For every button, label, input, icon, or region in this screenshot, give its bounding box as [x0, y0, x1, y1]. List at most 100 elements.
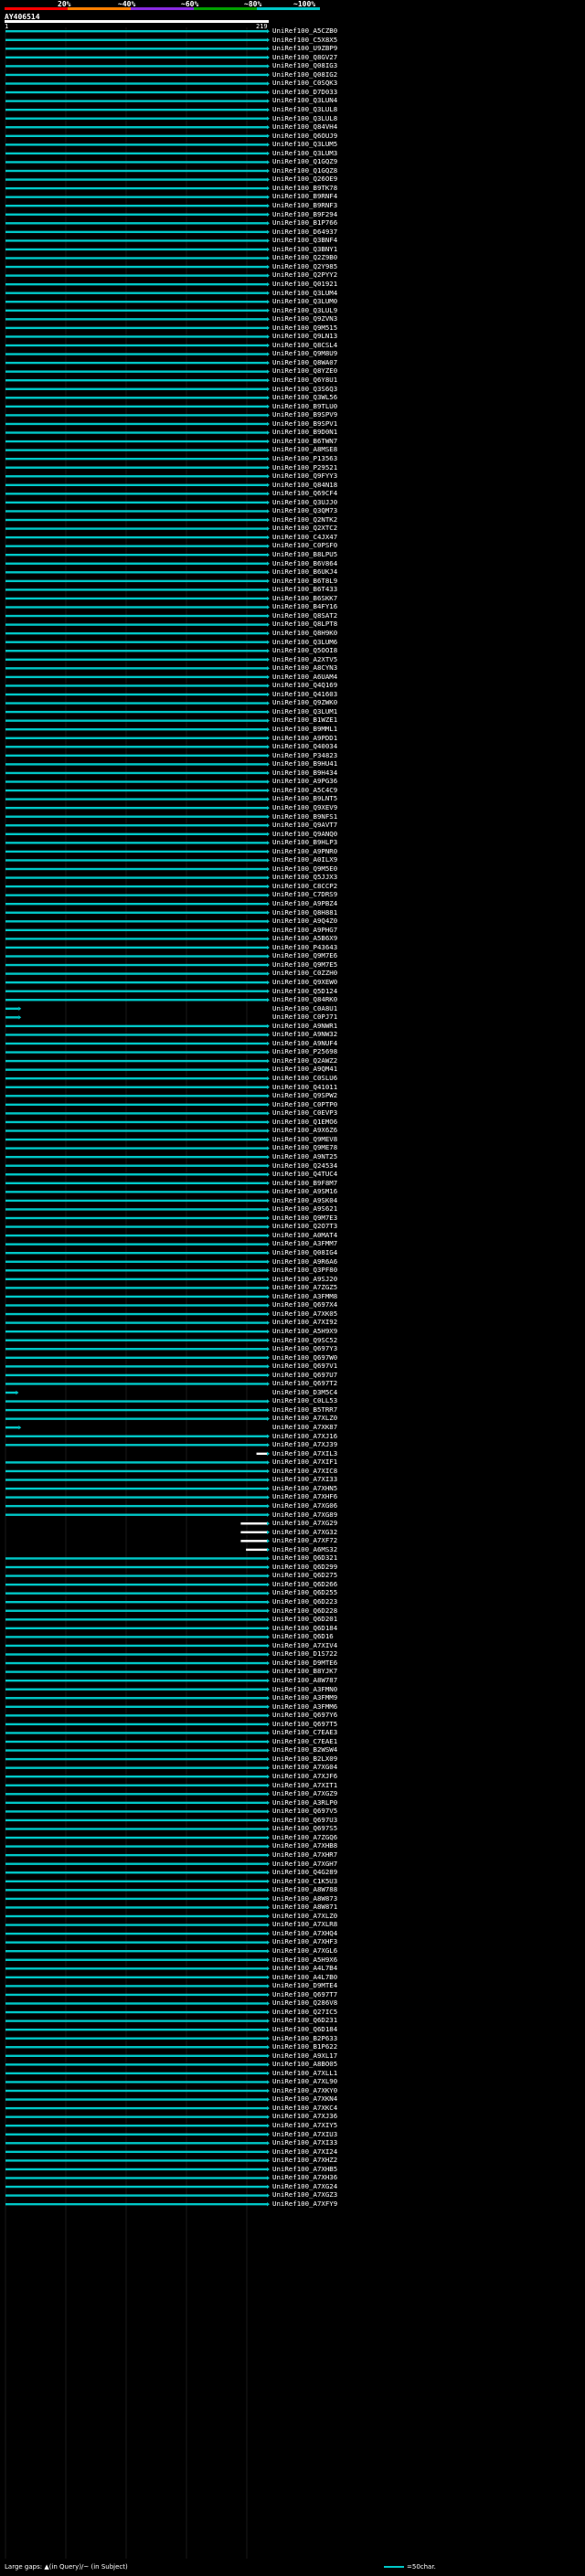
hit-label[interactable]: UniRef100_Q3BNF4	[272, 236, 337, 244]
hit-label[interactable]: UniRef100_C0PTP0	[272, 1100, 337, 1108]
hit-label[interactable]: UniRef100_Q6D223	[272, 1597, 337, 1606]
hit-label[interactable]: UniRef100_Q6Y8U1	[272, 376, 337, 384]
hit-label[interactable]: UniRef100_Q2XTC2	[272, 525, 337, 532]
hit-label[interactable]: UniRef100_A7XJ39	[272, 1440, 337, 1448]
hit-label[interactable]: UniRef100_D9MTE6	[272, 1659, 337, 1667]
hit-label[interactable]: UniRef100_Q3WL56	[272, 393, 337, 401]
hit-label[interactable]: UniRef100_Q40034	[272, 742, 337, 750]
hit-label[interactable]: UniRef100_C1K5U3	[272, 1877, 337, 1885]
hit-label[interactable]: UniRef100_A7XHQ4	[272, 1929, 337, 1937]
hit-label[interactable]: UniRef100_A7XG32	[272, 1528, 337, 1536]
hit-label[interactable]: UniRef100_A7XLL1	[272, 2069, 337, 2077]
hit-label[interactable]: UniRef100_Q41603	[272, 690, 337, 698]
hit-label[interactable]: UniRef100_Q3LUM5	[272, 140, 337, 148]
hit-label[interactable]: UniRef100_Q24534	[272, 1161, 337, 1170]
hit-label[interactable]: UniRef100_A9NUF4	[272, 1039, 337, 1047]
hit-label[interactable]: UniRef100_Q41011	[272, 1083, 337, 1091]
hit-label[interactable]: UniRef100_Q9LN13	[272, 333, 337, 340]
hit-label[interactable]: UniRef100_A7XIC8	[272, 1467, 337, 1475]
hit-label[interactable]: UniRef100_C0SQK3	[272, 80, 337, 87]
hit-label[interactable]: UniRef100_B6TWN7	[272, 437, 337, 445]
hit-label[interactable]: UniRef100_Q9XEW0	[272, 978, 337, 986]
hit-label[interactable]: UniRef100_A7XG29	[272, 1519, 337, 1527]
hit-label[interactable]: UniRef100_Q27IC5	[272, 2008, 337, 2016]
hit-label[interactable]: UniRef100_Q3LUM6	[272, 638, 337, 646]
hit-label[interactable]: UniRef100_Q01921	[272, 280, 337, 288]
hit-label[interactable]: UniRef100_Q26OE9	[272, 175, 337, 183]
hit-label[interactable]: UniRef100_C0PJ71	[272, 1012, 337, 1021]
hit-label[interactable]: UniRef100_C0LL53	[272, 1397, 337, 1405]
hit-label[interactable]: UniRef100_A7XG06	[272, 1501, 337, 1510]
hit-label[interactable]: UniRef100_Q697S5	[272, 1825, 337, 1832]
hit-label[interactable]: UniRef100_A0MAT4	[272, 1231, 337, 1239]
hit-label[interactable]: UniRef100_Q3LUL8	[272, 114, 337, 122]
hit-label[interactable]: UniRef100_Q4G289	[272, 1868, 337, 1876]
hit-label[interactable]: UniRef100_A9SM16	[272, 1187, 337, 1195]
hit-label[interactable]: UniRef100_Q9ANQ0	[272, 830, 337, 838]
hit-label[interactable]: UniRef100_A7XLZ0	[272, 1912, 337, 1920]
hit-label[interactable]: UniRef100_Q6D266	[272, 1580, 337, 1588]
hit-label[interactable]: UniRef100_Q2PYY2	[272, 271, 337, 279]
hit-label[interactable]: UniRef100_A8MSE8	[272, 446, 337, 453]
hit-label[interactable]: UniRef100_P43643	[272, 943, 337, 951]
hit-label[interactable]: UniRef100_Q3UJJ0	[272, 498, 337, 506]
hit-label[interactable]: UniRef100_A7XJ36	[272, 2113, 337, 2120]
hit-label[interactable]: UniRef100_A7XJ16	[272, 1432, 337, 1440]
hit-label[interactable]: UniRef100_A8BO05	[272, 2060, 337, 2068]
hit-label[interactable]: UniRef100_B9SPV9	[272, 410, 337, 419]
hit-label[interactable]: UniRef100_Q9M7E5	[272, 960, 337, 969]
hit-label[interactable]: UniRef100_Q8YZE0	[272, 367, 337, 375]
hit-label[interactable]: UniRef100_A7XG89	[272, 1511, 337, 1519]
hit-label[interactable]: UniRef100_B4FY16	[272, 603, 337, 610]
hit-label[interactable]: UniRef100_B9D0N1	[272, 429, 337, 436]
hit-label[interactable]: UniRef100_A9X6Z6	[272, 1127, 337, 1134]
hit-label[interactable]: UniRef100_Q1GQZ8	[272, 166, 337, 175]
hit-label[interactable]: UniRef100_Q3LUM1	[272, 707, 337, 716]
hit-label[interactable]: UniRef100_A7XHR7	[272, 1850, 337, 1859]
hit-label[interactable]: UniRef100_Q9MEV8	[272, 1135, 337, 1143]
hit-label[interactable]: UniRef100_A9R6A6	[272, 1257, 337, 1266]
hit-label[interactable]: UniRef100_A7XI92	[272, 1319, 337, 1326]
hit-label[interactable]: UniRef100_B6V864	[272, 559, 337, 567]
hit-label[interactable]: UniRef100_Q697V5	[272, 1807, 337, 1815]
hit-label[interactable]: UniRef100_A8W871	[272, 1903, 337, 1911]
hit-label[interactable]: UniRef100_B9NFS1	[272, 812, 337, 821]
hit-label[interactable]: UniRef100_A3FMM8	[272, 1292, 337, 1300]
hit-label[interactable]: UniRef100_A7XIV4	[272, 1641, 337, 1649]
hit-label[interactable]: UniRef100_Q3PF80	[272, 1266, 337, 1274]
hit-label[interactable]: UniRef100_D9MTE4	[272, 1981, 337, 1989]
hit-label[interactable]: UniRef100_P34823	[272, 751, 337, 759]
hit-label[interactable]: UniRef100_C5X8X5	[272, 36, 337, 44]
hit-label[interactable]: UniRef100_A7XF72	[272, 1536, 337, 1544]
hit-label[interactable]: UniRef100_A7XI24	[272, 2147, 337, 2156]
hit-label[interactable]: UniRef100_Q2Z9B0	[272, 254, 337, 261]
hit-label[interactable]: UniRef100_Q286V8	[272, 1999, 337, 2007]
hit-label[interactable]: UniRef100_A7XI33	[272, 1476, 337, 1483]
hit-label[interactable]: UniRef100_A4L7B0	[272, 1973, 337, 1981]
hit-label[interactable]: UniRef100_B6T433	[272, 585, 337, 593]
hit-label[interactable]: UniRef100_Q9SC52	[272, 1336, 337, 1344]
hit-label[interactable]: UniRef100_B2WSW4	[272, 1746, 337, 1754]
hit-label[interactable]: UniRef100_Q697Y3	[272, 1344, 337, 1352]
hit-label[interactable]: UniRef100_Q4TUC4	[272, 1170, 337, 1178]
hit-label[interactable]: UniRef100_A3FMM7	[272, 1240, 337, 1247]
hit-label[interactable]: UniRef100_A3FMM9	[272, 1693, 337, 1701]
hit-label[interactable]: UniRef100_A7XH36	[272, 2174, 337, 2181]
hit-label[interactable]: UniRef100_B9RNF3	[272, 201, 337, 209]
hit-label[interactable]: UniRef100_P13563	[272, 454, 337, 462]
hit-label[interactable]: UniRef100_Q697T5	[272, 1720, 337, 1728]
hit-label[interactable]: UniRef100_A7XG24	[272, 2182, 337, 2190]
hit-label[interactable]: UniRef100_Q9ME78	[272, 1144, 337, 1151]
hit-label[interactable]: UniRef100_Q6OUJ9	[272, 132, 337, 140]
hit-label[interactable]: UniRef100_A7XHF6	[272, 1493, 337, 1500]
hit-label[interactable]: UniRef100_A7XIU3	[272, 2130, 337, 2138]
hit-label[interactable]: UniRef100_A2XTV5	[272, 655, 337, 663]
hit-label[interactable]: UniRef100_A7ZGQ6	[272, 1833, 337, 1841]
hit-label[interactable]: UniRef100_A4L7B4	[272, 1964, 337, 1972]
hit-label[interactable]: UniRef100_A7XIT1	[272, 1781, 337, 1789]
hit-label[interactable]: UniRef100_Q3LUM0	[272, 297, 337, 305]
hit-label[interactable]: UniRef100_Q6D255	[272, 1589, 337, 1596]
hit-label[interactable]: UniRef100_A7XLR8	[272, 1921, 337, 1928]
hit-label[interactable]: UniRef100_A7XGZ3	[272, 2191, 337, 2199]
hit-label[interactable]: UniRef100_A7XIY5	[272, 2121, 337, 2129]
